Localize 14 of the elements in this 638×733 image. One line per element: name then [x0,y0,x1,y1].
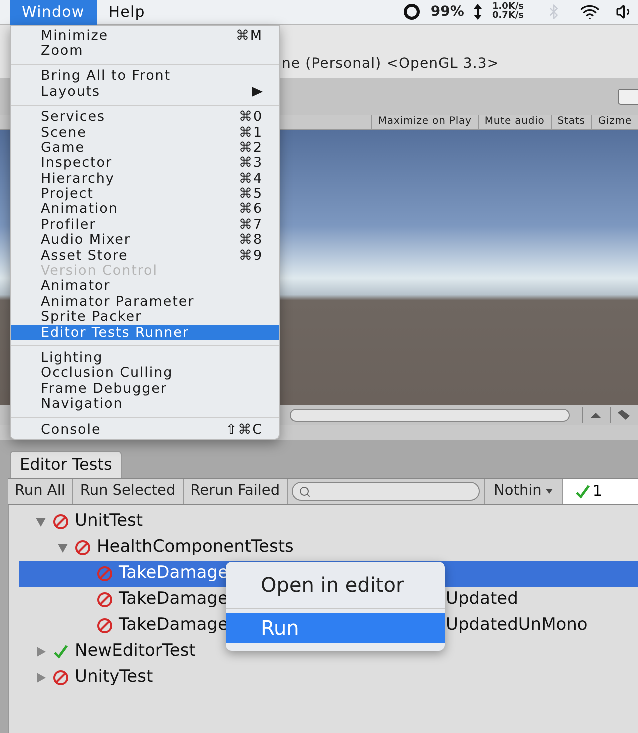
test-name: UnityTest [75,666,154,690]
test-name: HealthComponentTests [97,536,294,560]
download-speed: 0.7K/s [492,12,524,21]
test-name: TakeDamage [119,588,228,612]
test-name: UpdatedUnMono [446,614,588,638]
test-name: Updated [446,588,518,612]
window-title: ne (Personal) <OpenGL 3.3> [282,55,500,74]
passed-count: 1 [592,481,602,502]
upload-speed: 1.0K/s [492,3,524,12]
test-name: UnitTest [75,510,144,534]
test-name: NewEditorTest [75,640,196,664]
test-name: TakeDamage [119,614,228,638]
test-name: TakeDamage [119,562,228,586]
battery-percent: 99% [430,2,464,22]
